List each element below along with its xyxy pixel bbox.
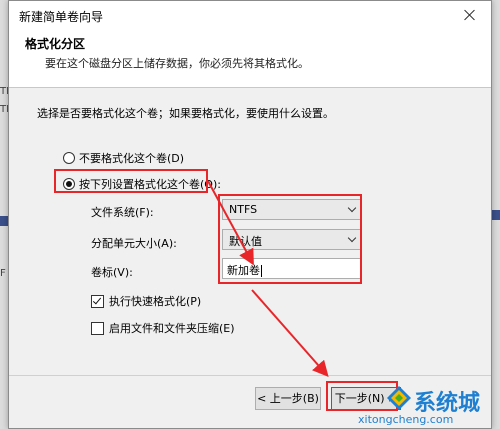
watermark: 系统城 xitongcheng.com [358, 383, 498, 427]
checkbox-checked[interactable] [91, 294, 104, 308]
radio-no-format-label: 不要格式化这个卷(D) [79, 152, 185, 165]
windows-logo-icon [387, 386, 411, 410]
allocation-unit-label: 分配单元大小(A): [91, 237, 177, 250]
file-system-value: NTFS [229, 203, 258, 216]
volume-label-input[interactable]: 新加卷 [222, 258, 362, 279]
background-text: F [0, 268, 6, 279]
chevron-down-icon [347, 233, 357, 243]
instruction-text: 选择是否要格式化这个卷；如果要格式化，要使用什么设置。 [37, 107, 334, 120]
close-icon[interactable] [455, 3, 485, 27]
new-simple-volume-wizard: 新建简单卷向导 格式化分区 要在这个磁盘分区上储存数据，你必须先将其格式化。 选… [8, 0, 492, 429]
file-system-label: 文件系统(F): [91, 206, 154, 219]
allocation-unit-value: 默认值 [229, 235, 262, 248]
chevron-down-icon [347, 203, 357, 213]
quick-format-checkbox[interactable]: 执行快速格式化(P) [91, 293, 201, 309]
volume-label-value: 新加卷 [227, 264, 260, 277]
page-title: 格式化分区 [25, 37, 86, 51]
radio-format-label: 按下列设置格式化这个卷(O): [79, 178, 221, 191]
file-system-select[interactable]: NTFS [222, 199, 362, 220]
radio-no-format[interactable]: 不要格式化这个卷(D) [63, 150, 184, 166]
window-title: 新建简单卷向导 [19, 10, 104, 24]
volume-label-label: 卷标(V): [91, 266, 133, 279]
compression-label: 启用文件和文件夹压缩(E) [109, 322, 235, 335]
radio-button[interactable] [63, 152, 75, 164]
text-caret [261, 265, 262, 277]
wizard-header: 格式化分区 要在这个磁盘分区上储存数据，你必须先将其格式化。 [9, 29, 491, 88]
back-button[interactable]: < 上一步(B) [255, 387, 321, 410]
watermark-url: xitongcheng.com [358, 413, 454, 426]
checkbox-unchecked[interactable] [91, 321, 104, 335]
quick-format-label: 执行快速格式化(P) [109, 295, 202, 308]
page-subtitle: 要在这个磁盘分区上储存数据，你必须先将其格式化。 [45, 57, 309, 70]
title-bar: 新建简单卷向导 [9, 1, 491, 29]
allocation-unit-select[interactable]: 默认值 [222, 229, 362, 250]
radio-button-selected[interactable] [63, 178, 75, 190]
footer-divider [9, 375, 491, 376]
compression-checkbox[interactable]: 启用文件和文件夹压缩(E) [91, 320, 235, 336]
radio-format[interactable]: 按下列设置格式化这个卷(O): [63, 176, 221, 192]
